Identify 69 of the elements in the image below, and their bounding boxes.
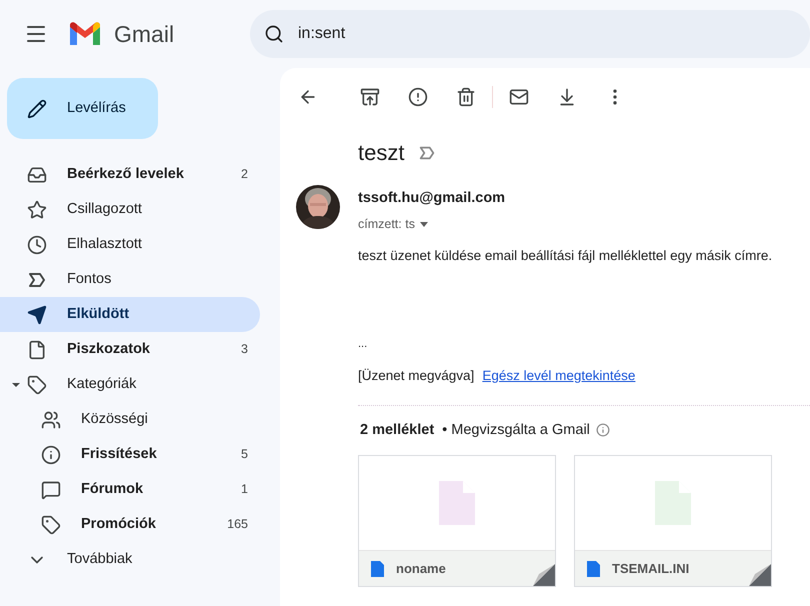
nav-item[interactable]: Csillagozott (0, 192, 260, 227)
label-icon (27, 374, 47, 394)
nav-label: Piszkozatok (67, 340, 150, 359)
nav-label: Elhalasztott (67, 234, 142, 254)
nav-label: Közösségi (81, 410, 148, 429)
tag-icon (41, 514, 61, 534)
nav-label: Továbbiak (67, 550, 132, 569)
nav-item[interactable]: Promóciók 165 (0, 507, 260, 542)
attachment-name: TSEMAIL.INI (612, 560, 690, 578)
importance-marker-icon (418, 144, 436, 162)
sender-email: tssoft.hu@gmail.com (358, 189, 506, 208)
nav-item[interactable]: Továbbiak (0, 542, 260, 577)
unread-count: 5 (241, 446, 248, 464)
unread-count: 1 (241, 481, 248, 498)
info-icon[interactable] (596, 423, 610, 438)
document-icon (587, 560, 600, 577)
chat-icon (41, 480, 61, 500)
attachment-name: noname (396, 560, 446, 578)
nav-item[interactable]: Beérkező levelek 2 (0, 157, 260, 192)
page-curl-icon (533, 564, 555, 586)
inbox-icon (27, 164, 47, 184)
nav-label: Fontos (67, 270, 112, 289)
file-icon (27, 340, 47, 360)
info-icon (41, 444, 61, 464)
unread-count: 2 (241, 166, 248, 184)
logo-icon (68, 21, 102, 47)
document-icon (371, 560, 384, 577)
nav-label: Promóciók (81, 514, 156, 534)
send-icon (27, 304, 47, 324)
nav-label: Csillagozott (67, 200, 142, 219)
unread-count: 165 (227, 516, 248, 534)
caret-icon[interactable] (12, 380, 20, 388)
nav-item[interactable]: Fontos (0, 262, 260, 297)
clock-icon (27, 234, 47, 254)
app-name: Gmail (114, 20, 174, 49)
search-icon[interactable] (264, 24, 284, 44)
clipped-note: [Üzenet megvágva] (358, 367, 474, 386)
nav-item[interactable]: Közösségi (0, 402, 260, 437)
nav-item[interactable]: Frissítések 5 (0, 437, 260, 472)
attachment-card[interactable]: noname (358, 455, 556, 588)
recipient-label: címzett: ts (358, 216, 415, 233)
ellipsis-text: ... (358, 336, 368, 352)
pencil-icon (27, 98, 47, 118)
nav-label: Frissítések (81, 444, 157, 464)
attachment-count: 2 melléklet (360, 420, 434, 440)
dropdown-caret-icon[interactable] (420, 222, 428, 227)
compose-button[interactable]: Levélírás (7, 78, 158, 139)
star-icon (27, 200, 47, 220)
nav-item[interactable]: Kategóriák (0, 367, 260, 402)
nav-label: Elküldött (67, 304, 130, 324)
delete-icon[interactable] (456, 87, 476, 107)
nav-item[interactable]: Piszkozatok 3 (0, 332, 260, 367)
nav-label: Kategóriák (67, 374, 136, 394)
nav-item[interactable]: Elhalasztott (0, 227, 260, 262)
nav-label: Fórumok (81, 480, 144, 499)
nav-item[interactable]: Fórumok 1 (0, 472, 260, 507)
unread-count: 3 (241, 341, 248, 358)
page-curl-icon (749, 564, 771, 586)
message-subject: teszt (358, 139, 404, 167)
search-field[interactable]: in:sent (250, 10, 810, 58)
view-full-message-link[interactable]: Egész levél megtekintése (482, 366, 636, 386)
report-spam-icon[interactable] (408, 87, 428, 107)
message-body: teszt üzenet küldése email beállítási fájl melléklettel egy másik címre. (358, 246, 772, 265)
people-icon (41, 410, 61, 430)
attachment-card[interactable]: TSEMAIL.INI (574, 455, 772, 588)
archive-icon[interactable] (360, 87, 380, 107)
nav-label: Beérkező levelek (67, 164, 184, 184)
nav-item[interactable]: Elküldött (0, 297, 260, 332)
scan-note: • Megvizsgálta a Gmail (442, 420, 590, 440)
